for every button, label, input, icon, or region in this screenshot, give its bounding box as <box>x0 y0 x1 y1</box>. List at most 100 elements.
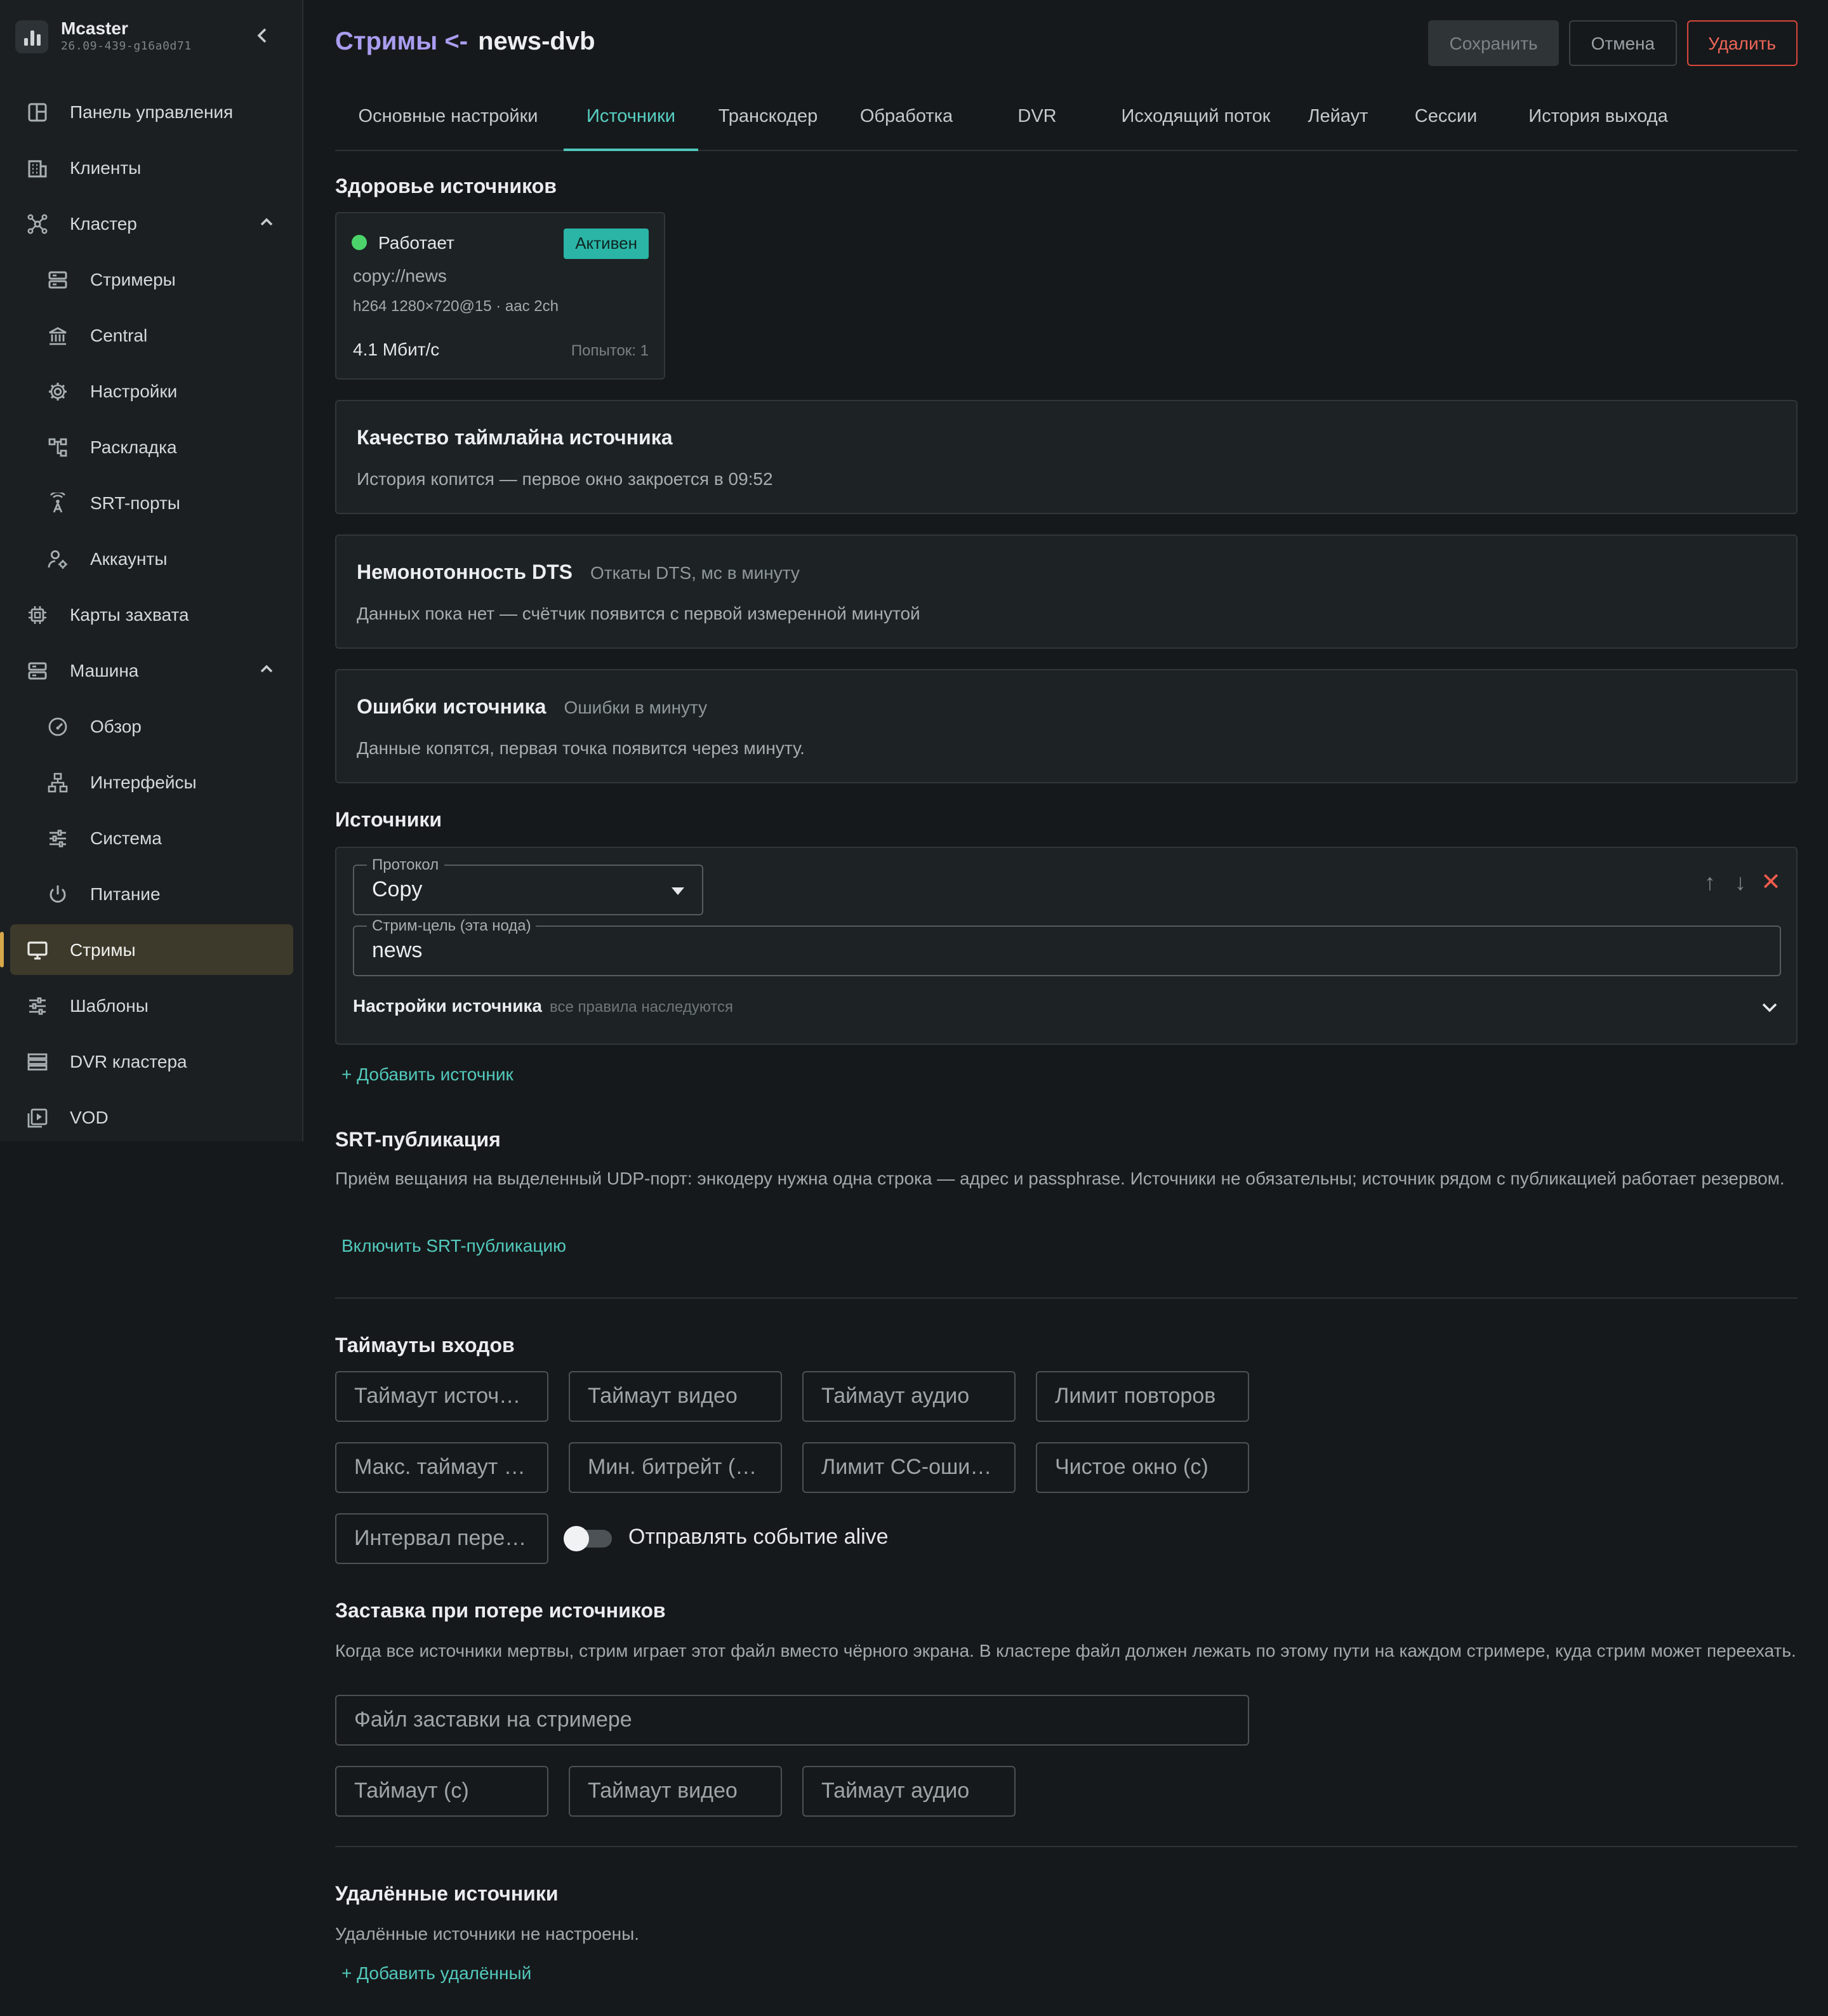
sidebar-item-12[interactable]: Интерфейсы <box>10 757 293 807</box>
audio-timeout-input[interactable]: Таймаут аудио <box>802 1371 1016 1422</box>
enable-srt-link[interactable]: Включить SRT-публикацию <box>341 1235 566 1256</box>
sidebar-item-6[interactable]: Раскладка <box>10 421 293 472</box>
remote-description: Удалённые источники не настроены. <box>335 1923 640 1944</box>
app-name: Mcaster <box>61 18 128 38</box>
tab-output-history[interactable]: История выхода <box>1509 99 1687 150</box>
panel-title-text: Немонотонность DTS <box>357 562 573 584</box>
app-version: 26.09-439-g16a0d71 <box>61 41 192 53</box>
source-row: Протокол Copy ↑ ↓ ✕ Стрим-цель (эта нода… <box>335 847 1798 1045</box>
tab-processing[interactable]: Обработка <box>839 99 974 150</box>
tab-output[interactable]: Исходящий поток <box>1102 99 1290 150</box>
sidebar-item-label: Кластер <box>70 213 137 234</box>
sidebar-item-0[interactable]: Панель управления <box>10 86 293 137</box>
sidebar-item-17[interactable]: DVR кластера <box>10 1036 293 1087</box>
source-url: copy://news <box>353 265 447 286</box>
sidebar-item-7[interactable]: SRT-порты <box>10 477 293 528</box>
sidebar-item-5[interactable]: Настройки <box>10 366 293 416</box>
tab-sessions[interactable]: Сессии <box>1388 99 1504 150</box>
dashboard-icon <box>25 100 48 123</box>
stream-name: news-dvb <box>478 28 595 56</box>
add-source-link[interactable]: + Добавить источник <box>341 1064 513 1084</box>
sidebar-item-2[interactable]: Кластер <box>10 198 293 249</box>
protocol-select[interactable]: Протокол Copy <box>353 856 703 915</box>
min-bitrate-input[interactable]: Мин. битрейт (Кбит/с) <box>569 1442 782 1493</box>
fallback-timeout-input[interactable]: Таймаут (с) <box>335 1766 548 1817</box>
sidebar-item-3[interactable]: Стримеры <box>10 254 293 305</box>
storage-icon <box>25 1050 48 1073</box>
sidebar-item-label: Стримы <box>70 939 136 960</box>
server-icon <box>46 268 69 291</box>
sidebar-item-label: Машина <box>70 660 139 680</box>
delete-button[interactable]: Удалить <box>1686 20 1798 66</box>
panel-subtitle: Ошибки в минуту <box>564 697 708 717</box>
health-section-title: Здоровье источников <box>335 176 557 198</box>
clean-window-input[interactable]: Чистое окно (с) <box>1036 1442 1249 1493</box>
remote-section-title: Удалённые источники <box>335 1884 559 1906</box>
panel-description: Данные копятся, первая точка появится че… <box>357 738 805 758</box>
fallback-section-title: Заставка при потере источников <box>335 1601 666 1622</box>
chevron-up-icon[interactable] <box>258 213 275 231</box>
add-remote-link[interactable]: + Добавить удалённый <box>341 1963 531 1983</box>
alive-event-toggle[interactable] <box>564 1526 612 1551</box>
breadcrumb-streams-link[interactable]: Стримы <- <box>335 28 468 56</box>
sidebar-item-18[interactable]: VOD <box>10 1092 293 1143</box>
tab-layout[interactable]: Лейаут <box>1294 99 1382 150</box>
panel-description: История копится — первое окно закроется … <box>357 468 773 489</box>
sidebar-item-11[interactable]: Обзор <box>10 701 293 752</box>
reconnect-interval-input[interactable]: Интервал переподключения <box>335 1513 548 1564</box>
target-stream-value: news <box>372 938 423 962</box>
sidebar-item-4[interactable]: Central <box>10 310 293 361</box>
panel-title: Ошибки источника Ошибки в минуту <box>357 697 707 720</box>
tab-dvr[interactable]: DVR <box>976 99 1098 150</box>
max-reconnect-timeout-input[interactable]: Макс. таймаут переподключения <box>335 1442 548 1493</box>
building-icon <box>25 156 48 179</box>
sidebar-item-label: Настройки <box>90 381 178 401</box>
video-timeout-input[interactable]: Таймаут видео <box>569 1371 782 1422</box>
cancel-button[interactable]: Отмена <box>1569 20 1677 66</box>
header-actions: Сохранить Отмена Удалить <box>1427 20 1798 66</box>
fallback-video-timeout-input[interactable]: Таймаут видео <box>569 1766 782 1817</box>
collapse-sidebar-button[interactable] <box>250 25 275 51</box>
source-attempts: Попыток: 1 <box>571 342 649 359</box>
remove-source-icon[interactable]: ✕ <box>1761 868 1781 898</box>
source-settings-toggle[interactable]: Настройки источника все правила наследуют… <box>353 995 733 1016</box>
cc-error-limit-input[interactable]: Лимит CC-ошибок <box>802 1442 1016 1493</box>
chevron-down-icon[interactable] <box>1761 998 1778 1016</box>
sidebar-item-16[interactable]: Шаблоны <box>10 980 293 1031</box>
monitor-icon <box>25 938 48 961</box>
bank-icon <box>46 324 69 347</box>
sidebar: Mcaster 26.09-439-g16a0d71 Панель управл… <box>0 0 303 1141</box>
retry-limit-input[interactable]: Лимит повторов <box>1036 1371 1249 1422</box>
sidebar-item-label: Клиенты <box>70 157 142 178</box>
tab-transcoder[interactable]: Транскодер <box>701 99 835 150</box>
sidebar-item-8[interactable]: Аккаунты <box>10 533 293 584</box>
tab-sources[interactable]: Источники <box>564 99 698 151</box>
sidebar-item-9[interactable]: Карты захвата <box>10 589 293 640</box>
chevron-up-icon[interactable] <box>258 660 275 678</box>
fallback-audio-timeout-input[interactable]: Таймаут аудио <box>802 1766 1016 1817</box>
fallback-description: Когда все источники мертвы, стрим играет… <box>335 1640 1796 1661</box>
save-button[interactable]: Сохранить <box>1427 20 1560 66</box>
sidebar-item-10[interactable]: Машина <box>10 645 293 696</box>
sidebar-item-13[interactable]: Система <box>10 812 293 863</box>
arrow-down-icon[interactable]: ↓ <box>1730 870 1751 896</box>
sidebar-item-1[interactable]: Клиенты <box>10 142 293 193</box>
gear-icon <box>46 380 69 402</box>
source-codec-meta: h264 1280×720@15 · aac 2ch <box>353 297 559 315</box>
sliders-icon <box>46 826 69 849</box>
fallback-file-input[interactable]: Файл заставки на стримере <box>335 1695 1249 1746</box>
panel-subtitle: Откаты DTS, мс в минуту <box>590 562 800 583</box>
sidebar-item-label: Шаблоны <box>70 995 149 1016</box>
sidebar-item-15[interactable]: Стримы <box>0 924 293 975</box>
srt-description: Приём вещания на выделенный UDP-порт: эн… <box>335 1168 1785 1188</box>
arrow-up-icon[interactable]: ↑ <box>1700 870 1720 896</box>
source-timeout-input[interactable]: Таймаут источника (с) <box>335 1371 548 1422</box>
dts-panel: Немонотонность DTS Откаты DTS, мс в минут… <box>335 534 1798 649</box>
sidebar-item-14[interactable]: Питание <box>10 868 293 919</box>
protocol-label: Протокол <box>367 856 444 873</box>
app-logo-icon <box>15 20 48 53</box>
status-dot-icon <box>352 235 367 250</box>
tab-general[interactable]: Основные настройки <box>335 99 561 150</box>
network-icon <box>46 771 69 793</box>
target-stream-field[interactable]: Стрим-цель (эта нода) news <box>353 917 1781 976</box>
